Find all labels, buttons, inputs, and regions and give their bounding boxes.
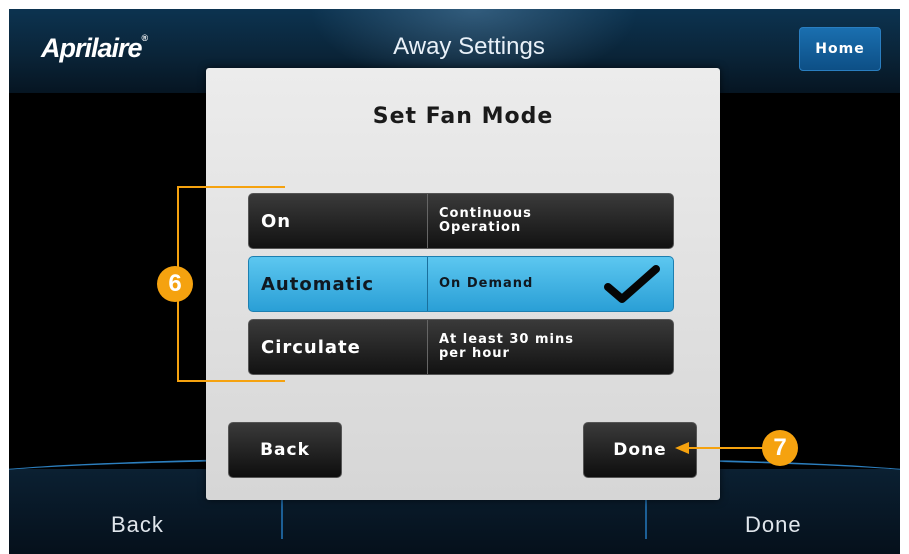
- callout-bracket-top: [177, 186, 285, 188]
- home-button[interactable]: Home: [799, 27, 881, 71]
- option-separator: [427, 257, 428, 311]
- fan-mode-dialog: Set Fan Mode On Continuous Operation Auto…: [206, 68, 720, 500]
- option-separator: [427, 194, 428, 248]
- option-on-label: On: [261, 210, 292, 232]
- callout-bracket-bottom: [177, 380, 285, 382]
- dialog-back-button[interactable]: Back: [228, 422, 342, 478]
- option-automatic-description: On Demand: [439, 257, 589, 311]
- option-circulate[interactable]: Circulate At least 30 mins per hour: [248, 319, 674, 375]
- option-on-desc-line2: Operation: [439, 220, 522, 235]
- option-on[interactable]: On Continuous Operation: [248, 193, 674, 249]
- footer-back-button[interactable]: Back: [111, 512, 164, 538]
- footer-divider-left: [281, 499, 283, 539]
- option-circulate-description: At least 30 mins per hour: [439, 320, 589, 374]
- callout-badge-6: 6: [157, 266, 193, 302]
- option-automatic[interactable]: Automatic On Demand: [248, 256, 674, 312]
- footer-done-button[interactable]: Done: [745, 512, 802, 538]
- option-circulate-label: Circulate: [261, 336, 361, 358]
- callout-badge-7: 7: [762, 430, 798, 466]
- checkmark-icon: [604, 265, 660, 303]
- option-circulate-desc-line2: per hour: [439, 346, 510, 361]
- brand-logo: Aprilaire®: [41, 33, 149, 64]
- page-title: Away Settings: [393, 33, 545, 60]
- thermostat-screen: Aprilaire® Away Settings Home Back Done …: [9, 9, 900, 554]
- option-circulate-desc-line1: At least 30 mins: [439, 332, 574, 347]
- option-on-description: Continuous Operation: [439, 194, 589, 248]
- option-automatic-desc-line1: On Demand: [439, 276, 534, 291]
- logo-mark: ®: [141, 33, 149, 43]
- footer-divider-right: [645, 499, 647, 539]
- option-automatic-label: Automatic: [261, 273, 375, 295]
- option-on-desc-line1: Continuous: [439, 206, 532, 221]
- arrow-left-icon: [675, 442, 771, 454]
- option-separator: [427, 320, 428, 374]
- logo-text: Aprilaire: [41, 33, 143, 63]
- dialog-title: Set Fan Mode: [372, 104, 554, 129]
